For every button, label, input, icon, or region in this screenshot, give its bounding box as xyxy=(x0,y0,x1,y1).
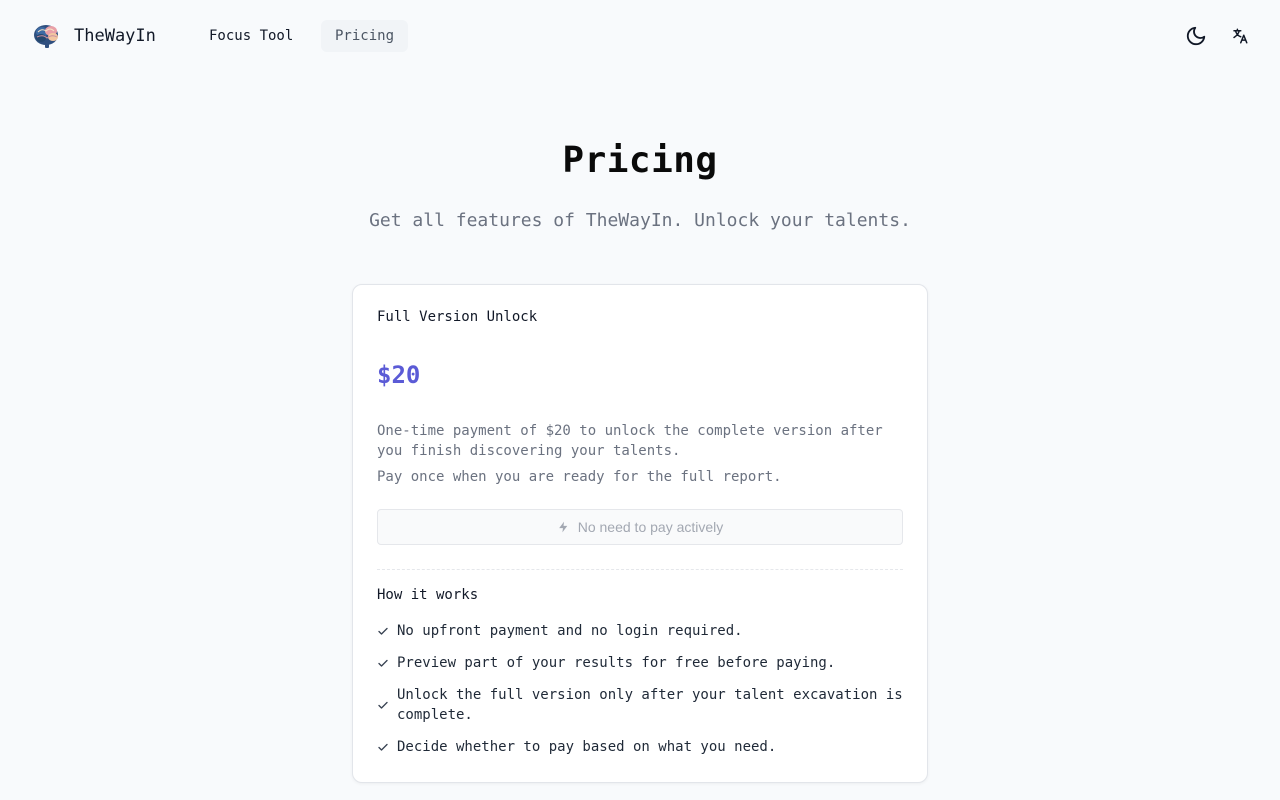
feature-text: No upfront payment and no login required… xyxy=(397,623,743,639)
theme-toggle-button[interactable] xyxy=(1180,20,1212,52)
plan-title: Full Version Unlock xyxy=(377,309,538,325)
pricing-card: Full Version Unlock $20 One-time payment… xyxy=(352,284,928,783)
plan-price: $20 xyxy=(377,361,421,389)
page-title: Pricing xyxy=(562,140,718,181)
list-item: Preview part of your results for free be… xyxy=(377,653,907,673)
translate-icon xyxy=(1233,28,1248,44)
card-divider xyxy=(377,569,903,570)
brand-link[interactable]: TheWayIn xyxy=(32,22,156,50)
list-item: Decide whether to pay based on what you … xyxy=(377,737,907,757)
feature-text: Preview part of your results for free be… xyxy=(397,655,836,671)
page-subtitle: Get all features of TheWayIn. Unlock you… xyxy=(369,210,911,231)
lightning-icon xyxy=(558,521,568,533)
how-it-works-title: How it works xyxy=(377,587,479,603)
brain-logo-icon xyxy=(34,25,58,48)
language-button[interactable] xyxy=(1224,20,1256,52)
check-icon xyxy=(378,701,388,709)
pay-button[interactable]: No need to pay actively xyxy=(377,509,903,545)
feature-text: Unlock the full version only after your … xyxy=(397,687,903,723)
moon-icon xyxy=(1186,26,1206,46)
check-icon xyxy=(378,627,388,635)
feature-text: Decide whether to pay based on what you … xyxy=(397,739,777,755)
list-item: Unlock the full version only after your … xyxy=(377,685,907,725)
list-item: No upfront payment and no login required… xyxy=(377,621,907,641)
brand-name: TheWayIn xyxy=(74,26,156,46)
check-icon xyxy=(378,743,388,751)
nav-pricing[interactable]: Pricing xyxy=(321,20,409,52)
plan-description: One-time payment of $20 to unlock the co… xyxy=(377,423,883,459)
check-icon xyxy=(378,659,388,667)
nav-focus-tool[interactable]: Focus Tool xyxy=(195,20,307,52)
plan-note: Pay once when you are ready for the full… xyxy=(377,469,782,485)
top-nav: TheWayIn Focus Tool Pricing xyxy=(0,0,1280,72)
pay-button-label: No need to pay actively xyxy=(577,519,724,535)
